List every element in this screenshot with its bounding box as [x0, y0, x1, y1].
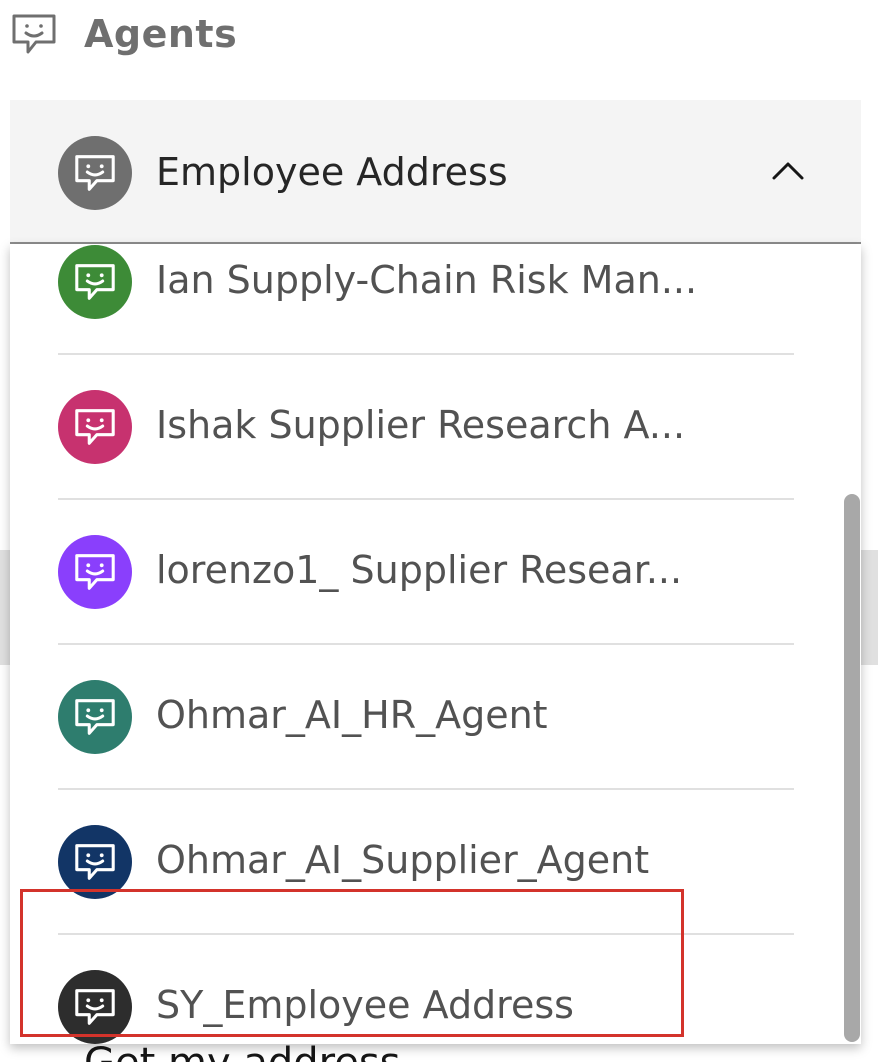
- agent-avatar: [58, 390, 132, 464]
- section-title: Agents: [84, 12, 238, 56]
- chat-bot-icon: [75, 699, 115, 735]
- agent-option-label: Ohmar_AI_HR_Agent: [156, 693, 548, 737]
- chat-bot-icon: [75, 844, 115, 880]
- agents-section-header: Agents: [0, 0, 878, 70]
- agent-option[interactable]: SY_Employee Address: [10, 933, 861, 1044]
- divider: [58, 353, 794, 355]
- agent-select[interactable]: Employee Address: [10, 100, 861, 244]
- divider: [58, 933, 794, 935]
- chevron-up-icon[interactable]: [770, 158, 806, 184]
- agent-option[interactable]: Ishak Supplier Research A...: [10, 353, 861, 498]
- agent-option-label: lorenzo1_ Supplier Resear...: [156, 548, 683, 592]
- scrollbar-thumb[interactable]: [844, 494, 860, 1042]
- chat-bot-icon: [75, 264, 115, 300]
- agent-avatar: [58, 245, 132, 319]
- chat-bot-icon: [75, 554, 115, 590]
- agent-option[interactable]: lorenzo1_ Supplier Resear...: [10, 498, 861, 643]
- divider: [58, 498, 794, 500]
- chat-bot-icon: [75, 409, 115, 445]
- chat-bot-icon: [75, 155, 115, 191]
- agent-option-label: Ian Supply-Chain Risk Man...: [156, 258, 698, 302]
- agent-option[interactable]: Ian Supply-Chain Risk Man...: [10, 244, 861, 353]
- agent-option-label: Ohmar_AI_Supplier_Agent: [156, 838, 650, 882]
- agent-avatar: [58, 825, 132, 899]
- agent-option-label: Ishak Supplier Research A...: [156, 403, 686, 447]
- agent-option-label: SY_Employee Address: [156, 983, 574, 1027]
- agent-avatar: [58, 970, 132, 1044]
- agent-option[interactable]: Ohmar_AI_HR_Agent: [10, 643, 861, 788]
- divider: [58, 788, 794, 790]
- agent-dropdown-menu: Ian Supply-Chain Risk Man... Ishak Suppli…: [10, 244, 861, 1044]
- selected-agent-label: Employee Address: [156, 150, 508, 194]
- agent-avatar: [58, 680, 132, 754]
- agent-avatar: [58, 136, 132, 210]
- chat-bot-icon: [75, 989, 115, 1025]
- chat-bot-icon: [12, 14, 56, 54]
- divider: [58, 643, 794, 645]
- agent-avatar: [58, 535, 132, 609]
- agent-option[interactable]: Ohmar_AI_Supplier_Agent: [10, 788, 861, 933]
- agents-panel: Get my address Agents Employee Address I…: [0, 0, 878, 1062]
